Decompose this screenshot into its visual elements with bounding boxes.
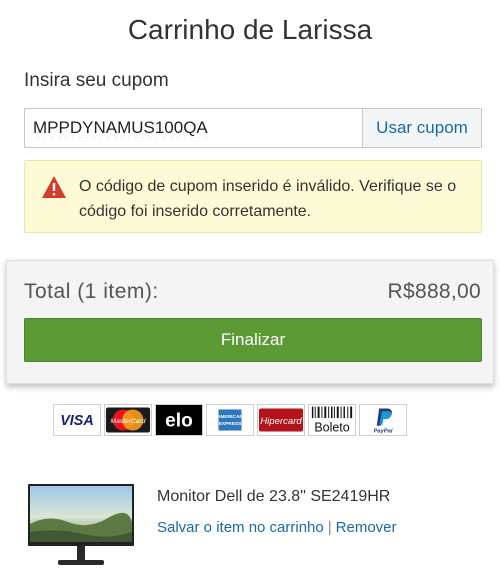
hipercard-logo: Hipercard	[257, 404, 305, 436]
elo-logo: elo	[155, 404, 203, 436]
svg-text:Hipercard: Hipercard	[260, 416, 302, 427]
payment-methods: VISA MasterCard elo AMERICAN EXPRESS Hip…	[53, 404, 453, 436]
paypal-logo: PayPal	[359, 404, 407, 436]
svg-text:AMERICAN: AMERICAN	[217, 414, 243, 420]
mastercard-logo: MasterCard	[104, 404, 152, 436]
actions-separator: |	[327, 519, 332, 536]
remove-item-link[interactable]: Remover	[336, 519, 397, 536]
checkout-button[interactable]: Finalizar	[24, 318, 482, 362]
svg-text:MasterCard: MasterCard	[111, 418, 146, 425]
svg-text:elo: elo	[165, 411, 193, 432]
svg-text:PayPal: PayPal	[374, 428, 393, 434]
svg-text:EXPRESS: EXPRESS	[219, 421, 242, 427]
apply-coupon-button[interactable]: Usar cupom	[362, 108, 482, 148]
product-actions: Salvar o item no carrinho | Remover	[157, 519, 397, 536]
save-for-later-link[interactable]: Salvar o item no carrinho	[157, 519, 324, 536]
warning-icon	[42, 176, 66, 198]
boleto-logo: Boleto	[308, 404, 356, 436]
american-express-logo: AMERICAN EXPRESS	[206, 404, 254, 436]
coupon-error-alert: O código de cupom inserido é inválido. V…	[24, 160, 482, 233]
coupon-label: Insira seu cupom	[24, 70, 169, 91]
page-title: Carrinho de Larissa	[127, 14, 373, 45]
product-name[interactable]: Monitor Dell de 23.8" SE2419HR	[157, 488, 390, 506]
total-label: Total (1 item):	[24, 280, 159, 303]
svg-text:VISA: VISA	[60, 413, 94, 429]
order-summary: Total (1 item): R$888,00 Finalizar	[6, 260, 494, 384]
product-image[interactable]	[28, 484, 134, 568]
alert-message: O código de cupom inserido é inválido. V…	[79, 178, 457, 220]
visa-logo: VISA	[53, 404, 101, 436]
coupon-form: Usar cupom	[24, 108, 482, 148]
coupon-input[interactable]	[24, 108, 362, 148]
total-value: R$888,00	[387, 280, 481, 303]
svg-text:Boleto: Boleto	[314, 421, 349, 435]
